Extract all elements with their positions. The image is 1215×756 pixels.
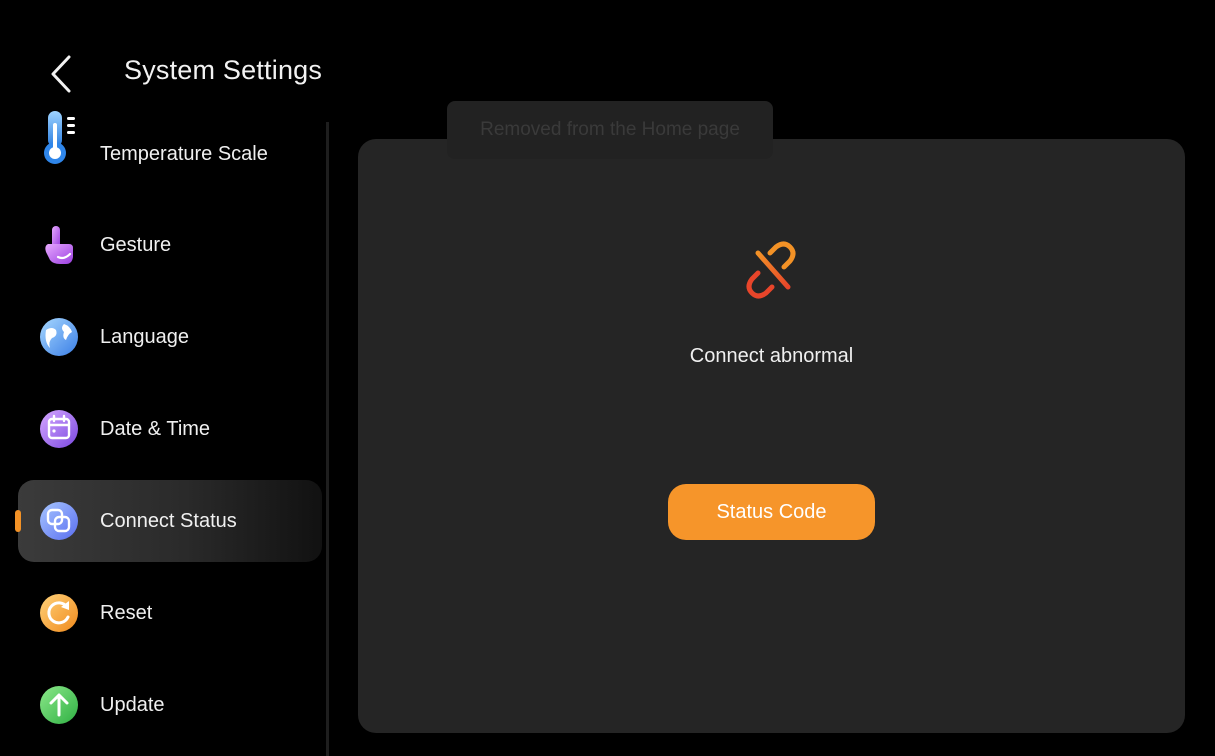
broken-link-icon: [746, 241, 796, 299]
arrow-up-icon: [38, 684, 80, 726]
system-settings-screen: System Settings Temperature Scale Gestur…: [0, 0, 1215, 756]
overlap-squares-icon: [38, 500, 80, 542]
sidebar-item-label: Reset: [100, 602, 153, 624]
sidebar-item-label: Connect Status: [100, 510, 237, 532]
sidebar-item-label: Gesture: [100, 234, 172, 256]
thermometer-icon: [38, 111, 80, 164]
sidebar: Temperature Scale Gesture Language Date …: [0, 111, 326, 756]
sidebar-item-label: Language: [100, 326, 189, 348]
sidebar-item-label: Temperature Scale: [100, 143, 268, 165]
sidebar-item-update[interactable]: Update: [18, 664, 322, 746]
refresh-icon: [38, 592, 80, 634]
sidebar-item-connect-status[interactable]: Connect Status: [15, 480, 322, 562]
header: System Settings: [0, 0, 1215, 110]
page-title: System Settings: [124, 55, 323, 85]
active-indicator: [15, 510, 21, 532]
sidebar-item-label: Update: [100, 694, 165, 716]
sidebar-item-label: Date & Time: [100, 418, 211, 440]
status-code-button[interactable]: Status Code: [668, 484, 875, 540]
sidebar-item-gesture[interactable]: Gesture: [18, 204, 322, 286]
sidebar-divider: [326, 122, 329, 756]
connect-status-panel: Connect abnormal Status Code: [358, 139, 1185, 733]
back-button[interactable]: [40, 52, 82, 96]
globe-icon: [38, 316, 80, 358]
sidebar-item-date-time[interactable]: Date & Time: [18, 388, 322, 470]
toast-message: Removed from the Home page: [447, 101, 773, 159]
hand-pointer-icon: [38, 224, 80, 266]
sidebar-item-temperature-scale[interactable]: Temperature Scale: [18, 111, 322, 194]
sidebar-item-language[interactable]: Language: [18, 296, 322, 378]
connection-status-text: Connect abnormal: [689, 345, 854, 367]
calendar-icon: [38, 408, 80, 450]
sidebar-item-reset[interactable]: Reset: [18, 572, 322, 654]
chevron-left-icon: [51, 55, 71, 93]
